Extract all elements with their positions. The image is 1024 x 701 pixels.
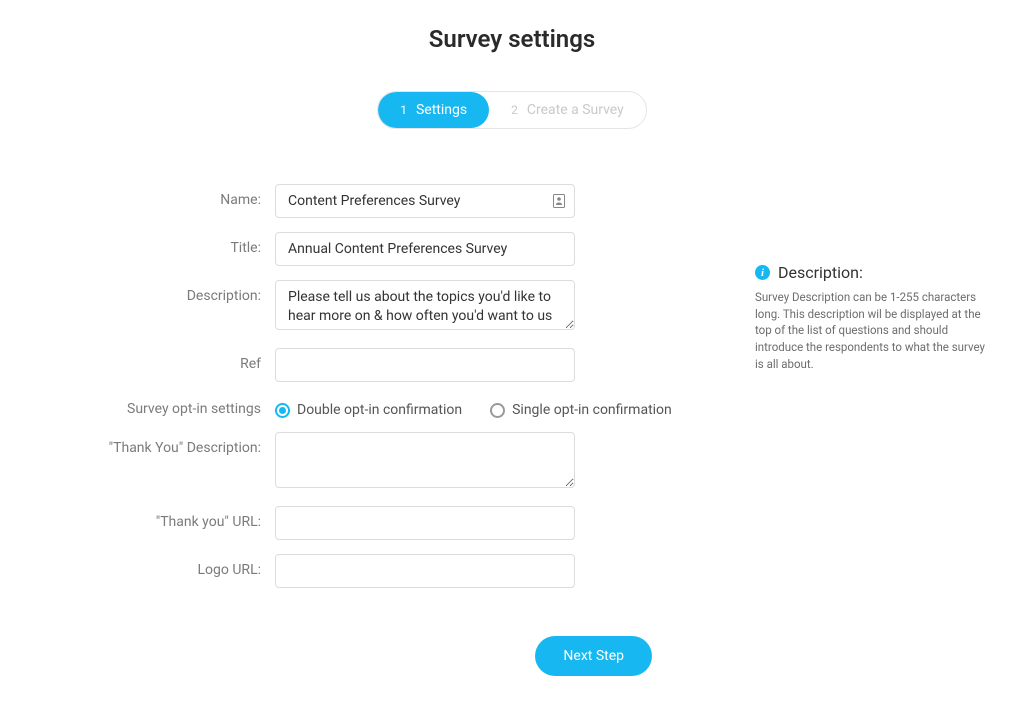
help-panel: i Description: Survey Description can be… (755, 263, 985, 372)
next-step-button[interactable]: Next Step (535, 636, 652, 676)
step-settings[interactable]: 1 Settings (378, 92, 489, 128)
radio-label: Double opt-in confirmation (297, 402, 462, 418)
thankyou-desc-textarea[interactable] (275, 432, 575, 488)
name-input[interactable] (275, 184, 575, 218)
stepper: 1 Settings 2 Create a Survey (40, 91, 984, 129)
step-label: Settings (416, 102, 467, 118)
info-icon: i (755, 265, 770, 280)
help-title: Description: (778, 263, 863, 282)
radio-checked-icon (275, 403, 290, 418)
logo-url-input[interactable] (275, 554, 575, 588)
single-optin-radio[interactable]: Single opt-in confirmation (490, 402, 672, 418)
thankyou-url-label: "Thank you" URL: (100, 506, 275, 530)
logo-url-label: Logo URL: (100, 554, 275, 578)
description-label: Description: (100, 280, 275, 304)
name-label: Name: (100, 184, 275, 208)
optin-radio-group: Double opt-in confirmation Single opt-in… (275, 396, 672, 418)
radio-unchecked-icon (490, 403, 505, 418)
step-number: 2 (511, 103, 518, 117)
step-label: Create a Survey (527, 102, 624, 118)
double-optin-radio[interactable]: Double opt-in confirmation (275, 402, 462, 418)
optin-label: Survey opt-in settings (100, 396, 275, 417)
title-input[interactable] (275, 232, 575, 266)
survey-form: Name: Title: Description: Please tell us… (100, 184, 984, 588)
ref-input[interactable] (275, 348, 575, 382)
ref-label: Ref (100, 348, 275, 372)
title-label: Title: (100, 232, 275, 256)
radio-label: Single opt-in confirmation (512, 402, 672, 418)
help-text: Survey Description can be 1-255 characte… (755, 289, 985, 372)
description-textarea[interactable]: Please tell us about the topics you'd li… (275, 280, 575, 330)
step-create-survey[interactable]: 2 Create a Survey (489, 92, 646, 128)
thankyou-desc-label: "Thank You" Description: (100, 432, 275, 456)
step-number: 1 (400, 103, 407, 117)
page-title: Survey settings (40, 25, 984, 53)
thankyou-url-input[interactable] (275, 506, 575, 540)
